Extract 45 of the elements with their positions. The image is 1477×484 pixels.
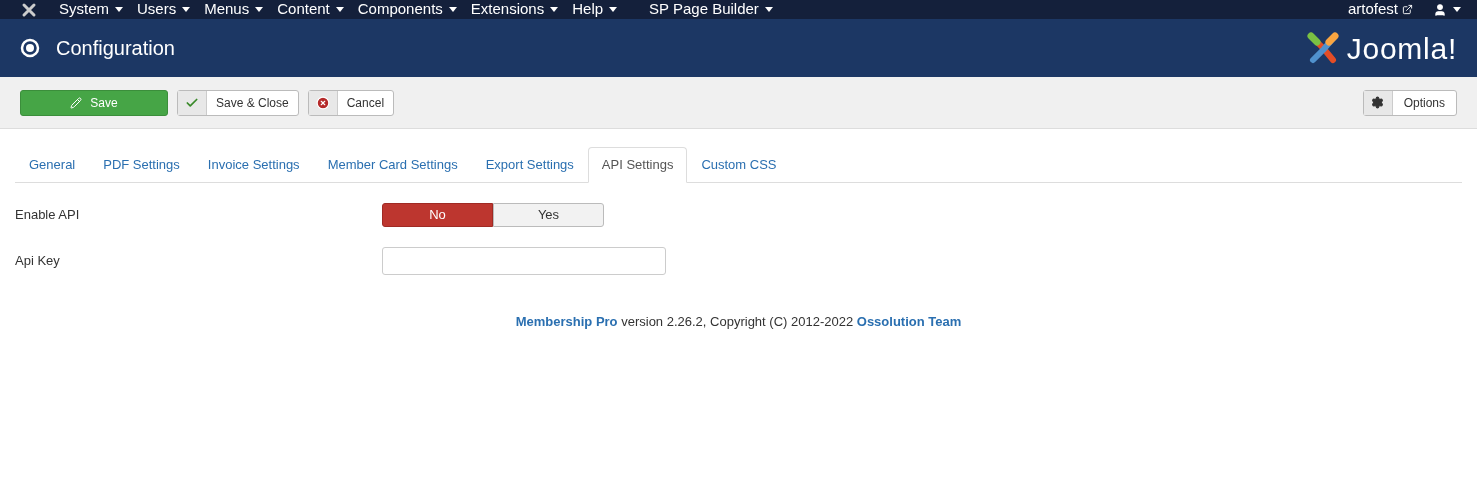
toggle-option[interactable]: No (382, 203, 493, 227)
menu-item[interactable]: Extensions (470, 0, 559, 21)
radio-circle-icon (20, 38, 40, 58)
caret-icon (1453, 7, 1461, 12)
product-link[interactable]: Membership Pro (515, 314, 618, 329)
caret-icon (182, 7, 191, 12)
page-title: Configuration (56, 36, 175, 61)
cancel-icon (315, 95, 330, 110)
tab[interactable]: Export Settings (471, 147, 588, 183)
tab[interactable]: Member Card Settings (313, 147, 472, 183)
caret-icon (448, 7, 457, 12)
caret-icon (609, 7, 618, 12)
options-button[interactable]: Options (1362, 89, 1457, 116)
user-icon[interactable] (1433, 2, 1447, 17)
menu-item[interactable]: Users (137, 0, 191, 21)
save-close-button[interactable]: Save & Close (177, 89, 299, 116)
field-label: Enable API (15, 206, 81, 225)
joomla-icon[interactable] (21, 1, 37, 18)
team-link[interactable]: Ossolution Team (856, 314, 962, 329)
tab[interactable]: Custom CSS (687, 147, 791, 183)
caret-icon (255, 7, 264, 12)
site-link[interactable]: artofest (1347, 0, 1413, 21)
field-label: Api Key (15, 252, 61, 271)
tab[interactable]: Invoice Settings (193, 147, 314, 183)
caret-icon (764, 7, 773, 12)
caret-icon (115, 7, 123, 12)
menu-item[interactable]: Help (572, 0, 618, 21)
toggle-option[interactable]: Yes (493, 203, 604, 227)
menu-item[interactable]: System (59, 0, 123, 21)
caret-icon (550, 7, 559, 12)
logo-wordmark: Joomla! (1346, 30, 1457, 67)
input-field[interactable] (382, 247, 666, 275)
tab[interactable]: PDF Settings (89, 147, 194, 183)
tab[interactable]: API Settings (587, 147, 688, 183)
caret-icon (335, 7, 344, 12)
menu-item[interactable]: SP Page Builder (649, 0, 773, 21)
menu-item[interactable]: Content (277, 0, 344, 21)
tab[interactable]: General (15, 147, 90, 183)
menu-item[interactable]: Menus (204, 0, 264, 21)
edit-icon (70, 96, 83, 109)
settings-icon (1371, 96, 1385, 109)
footer-credit: Membership Pro version 2.26.2, Copyright (C) 2012-2022 Ossolution Team (514, 313, 963, 331)
external-link-icon (1402, 4, 1413, 15)
cancel-button[interactable]: Cancel (307, 89, 395, 116)
menu-item[interactable]: Components (357, 0, 457, 21)
